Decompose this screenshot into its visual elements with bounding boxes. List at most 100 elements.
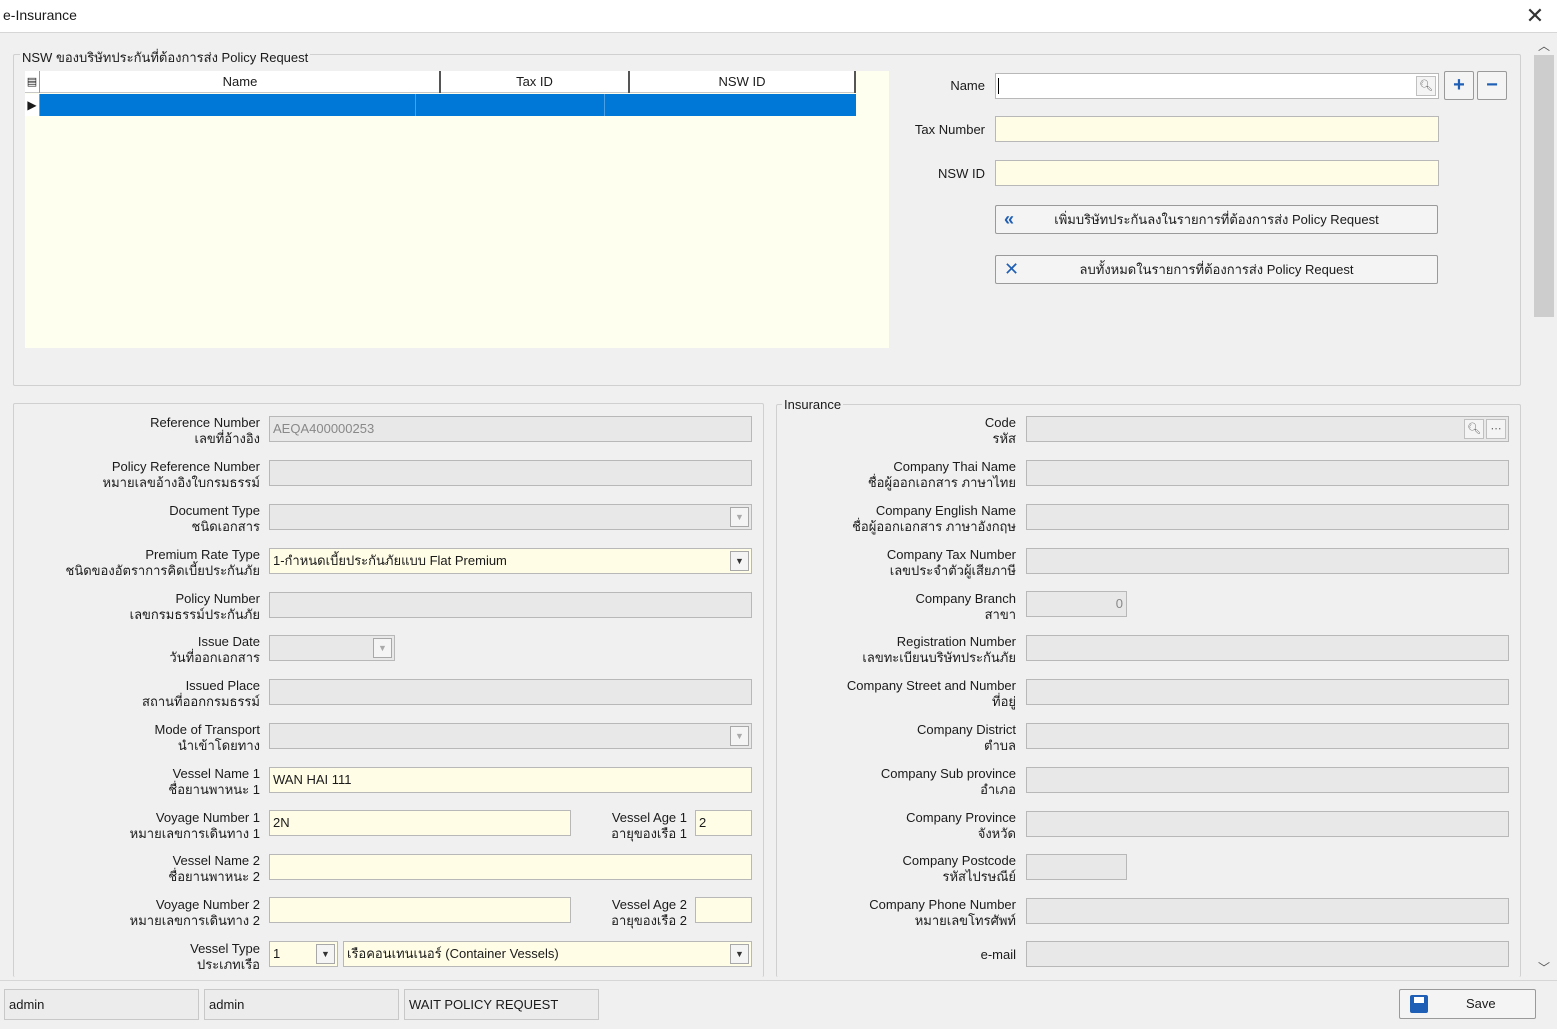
insurance-code-field[interactable]: 🔍︎ ⋯ [1026,416,1509,442]
tax-number-label: Tax Number [914,122,985,137]
grid-col-nswid[interactable]: NSW ID [630,71,856,93]
ellipsis-icon[interactable]: ⋯ [1486,419,1506,439]
registration-number-field[interactable] [1026,635,1509,661]
insurance-group-caption: Insurance [782,397,844,412]
save-button[interactable]: Save [1399,989,1536,1019]
age1-label: Vessel Age 1 อายุของเรือ 1 [611,810,687,841]
eng-name-label: Company English Name ชื่อผู้ออกเอกสาร ภาษ… [852,503,1016,534]
reg-no-label: Registration Number เลขทะเบียนบริษัทประกั… [862,634,1016,665]
branch-label: Company Branch สาขา [915,591,1016,622]
voyage1-label: Voyage Number 1 หมายเลขการเดินทาง 1 [129,810,260,841]
nsw-id-label: NSW ID [938,166,985,181]
ref-no-label: Reference Number เลขที่อ้างอิง [150,415,260,446]
policy-number-field[interactable] [269,592,752,618]
name-label: Name [950,78,985,93]
add-insurer-button[interactable]: « เพิ่มบริษัทประกันลงในรายการที่ต้องการส… [995,205,1438,234]
grid-header: ▤ Name Tax ID NSW ID [25,71,856,93]
name-input[interactable]: 🔍︎ [995,73,1439,99]
nsw-id-input[interactable] [995,160,1439,186]
clear-list-button[interactable]: ✕ ลบทั้งหมดในรายการที่ต้องการส่ง Policy … [995,255,1438,284]
title-bar: e-Insurance ✕ [0,0,1557,33]
search-icon[interactable]: 🔍︎ [1464,419,1484,439]
issued-place-label: Issued Place สถานที่ออกกรมธรรม์ [142,678,260,709]
vessel-age-2-field[interactable] [695,897,752,923]
vessel-type-code-select[interactable]: 1 ▼ [269,941,338,967]
plus-icon[interactable]: + [1444,71,1474,100]
district-label: Company District ตำบล [917,722,1016,753]
email-label: e-mail [980,947,1016,962]
chevron-down-icon[interactable]: ▼ [730,944,749,964]
thai-name-label: Company Thai Name ชื่อผู้ออกเอกสาร ภาษาไท… [867,459,1016,490]
status-user-2: admin [204,989,399,1020]
province-label: Company Province จังหวัด [906,810,1016,841]
vessel1-label: Vessel Name 1 ชื่อยานพาหนะ 1 [168,766,260,797]
floppy-disk-icon [1410,995,1428,1013]
grid-col-name[interactable]: Name [41,71,441,93]
chevron-down-icon[interactable]: ▼ [316,944,335,964]
company-district-field[interactable] [1026,723,1509,749]
clear-list-label: ลบทั้งหมดในรายการที่ต้องการส่ง Policy Re… [1079,262,1354,277]
issued-place-field[interactable] [269,679,752,705]
grid-corner-icon[interactable]: ▤ [25,71,40,93]
company-street-field[interactable] [1026,679,1509,705]
policy-reference-field[interactable] [269,460,752,486]
premium-rate-select[interactable]: 1-กำหนดเบี้ยประกันภัยแบบ Flat Premium ▼ [269,548,752,574]
vessel-name-1-field[interactable]: WAN HAI 111 [269,767,752,793]
company-subprovince-field[interactable] [1026,767,1509,793]
x-icon: ✕ [1004,259,1020,279]
voyage-number-2-field[interactable] [269,897,571,923]
vessel-type-select[interactable]: เรือคอนเทนเนอร์ (Container Vessels) ▼ [343,941,752,967]
company-thai-name-field[interactable] [1026,460,1509,486]
double-chevron-left-icon: « [1004,209,1015,229]
status-user-1: admin [4,989,199,1020]
grid-col-taxid[interactable]: Tax ID [441,71,630,93]
company-tax-number-field[interactable] [1026,548,1509,574]
nsw-grid[interactable]: ▤ Name Tax ID NSW ID ▶ [25,71,889,348]
row-separator [415,94,416,116]
vertical-scrollbar[interactable]: ︿ ﹀ [1533,35,1555,977]
transport-label: Mode of Transport นำเข้าโดยทาง [154,722,261,753]
issue-date-picker[interactable]: ▼ [269,635,395,661]
add-insurer-label: เพิ่มบริษัทประกันลงในรายการที่ต้องการส่ง… [1054,212,1379,227]
document-type-select[interactable]: ▼ [269,504,752,530]
row-separator [604,94,605,116]
company-postcode-field[interactable] [1026,854,1127,880]
voyage2-label: Voyage Number 2 หมายเลขการเดินทาง 2 [129,897,260,928]
text-cursor [998,78,999,94]
vessel2-label: Vessel Name 2 ชื่อยานพาหนะ 2 [168,853,260,884]
postcode-label: Company Postcode รหัสไปรษณีย์ [902,853,1016,884]
street-label: Company Street and Number ที่อยู่ [846,678,1016,709]
chevron-down-icon[interactable]: ▼ [730,551,749,571]
reference-number-field[interactable]: AEQA400000253 [269,416,752,442]
subprovince-label: Company Sub province อำเภอ [880,766,1016,797]
company-province-field[interactable] [1026,811,1509,837]
transport-mode-select[interactable]: ▼ [269,723,752,749]
policy-no-label: Policy Number เลขกรมธรรม์ประกันภัย [129,591,260,622]
issue-date-label: Issue Date วันที่ออกเอกสาร [169,634,260,665]
vessel-type-label: Vessel Type ประเภทเรือ [190,941,260,972]
minus-icon[interactable]: − [1477,71,1507,100]
scroll-down-icon[interactable]: ﹀ [1538,959,1550,976]
search-icon[interactable]: 🔍︎ [1416,76,1436,96]
company-branch-field[interactable]: 0 [1026,591,1127,617]
scroll-up-icon[interactable]: ︿ [1538,37,1550,54]
policy-ref-label: Policy Reference Number หมายเลขอ้างอิงใบก… [102,459,260,490]
company-phone-field[interactable] [1026,898,1509,924]
email-field[interactable] [1026,941,1509,967]
chevron-down-icon[interactable]: ▼ [730,507,749,527]
status-bar: admin admin WAIT POLICY REQUEST Save [0,980,1557,1029]
tax-number-input[interactable] [995,116,1439,142]
company-english-name-field[interactable] [1026,504,1509,530]
premium-rate-label: Premium Rate Type ชนิดของอัตราการคิดเบี้ย… [65,547,261,578]
close-icon[interactable]: ✕ [1521,3,1549,29]
nsw-group-caption: NSW ของบริษัทประกันที่ต้องการส่ง Policy … [20,47,311,68]
vessel-name-2-field[interactable] [269,854,752,880]
chevron-down-icon[interactable]: ▼ [730,726,749,746]
scrollbar-thumb[interactable] [1534,55,1554,317]
voyage-number-1-field[interactable]: 2N [269,810,571,836]
chevron-down-icon[interactable]: ▼ [373,638,392,658]
doc-type-label: Document Type ชนิดเอกสาร [169,503,260,534]
code-label: Code รหัส [984,415,1016,446]
table-row[interactable]: ▶ [25,94,856,116]
vessel-age-1-field[interactable]: 2 [695,810,752,836]
